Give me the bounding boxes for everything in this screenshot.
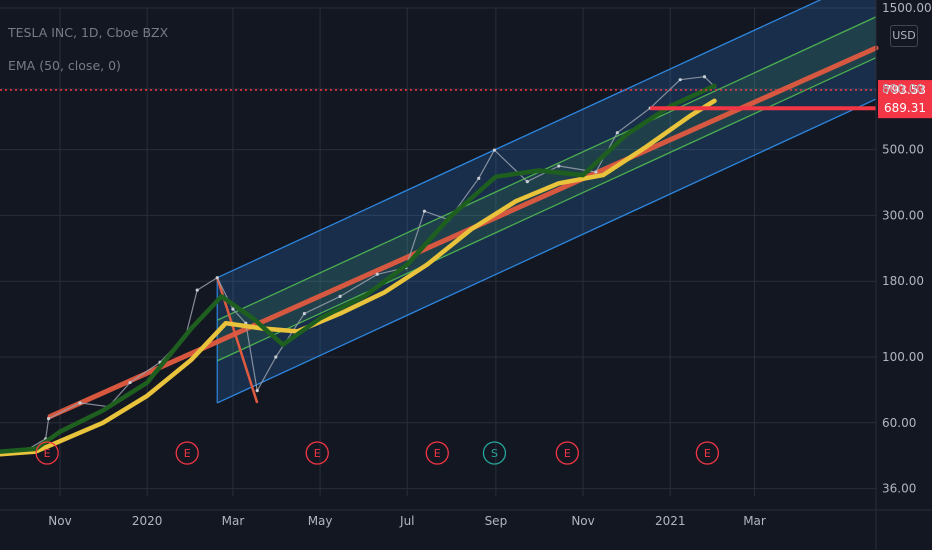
x-tick-label: May [308, 514, 333, 528]
legend-indicator-ema[interactable]: EMA (50, close, 0) [8, 58, 121, 73]
y-tick-label: 36.00 [882, 482, 916, 496]
price-point [702, 75, 707, 79]
x-tick-label: Mar [743, 514, 766, 528]
series-line-regression [47, 45, 879, 419]
price-point [128, 380, 132, 385]
x-tick-label: 2021 [655, 514, 686, 528]
y-tick-label: 300.00 [882, 208, 924, 222]
event-marker-label: E [184, 447, 191, 460]
x-tick-label: Jul [399, 514, 414, 528]
regression-channel [216, 0, 877, 404]
price-point [46, 416, 51, 421]
y-tick-label: 100.00 [882, 350, 924, 364]
price-point [215, 276, 219, 280]
price-point [338, 294, 342, 299]
chart-stage: 793.53 689.31 EEEESEE 1500.00 800.00 500.00… [0, 0, 932, 550]
price-point [422, 209, 427, 213]
x-tick-label: Mar [222, 514, 245, 528]
event-marker-label: S [491, 447, 498, 460]
channel-inner-lower-line [216, 57, 877, 362]
price-point [678, 78, 682, 82]
event-marker-label: E [314, 447, 321, 460]
price-point [274, 355, 278, 359]
x-tick-label: Nov [571, 514, 594, 528]
x-tick-label: 2020 [132, 514, 163, 528]
y-tick-label: 1500.00 [882, 1, 932, 15]
event-marker-label: E [564, 447, 571, 460]
legend-symbol-title[interactable]: TESLA INC, 1D, Cboe BZX [8, 25, 168, 40]
price-point [375, 272, 379, 276]
price-point [594, 170, 598, 174]
price-point [302, 312, 306, 316]
price-tag-label: 689.31 [884, 101, 926, 115]
event-marker-label: E [44, 447, 51, 460]
price-point [557, 164, 561, 168]
y-tick-label: 500.00 [882, 143, 924, 157]
price-point [195, 288, 199, 292]
event-marker-label: E [704, 447, 711, 460]
price-chart[interactable]: 793.53689.31 EEEESEE 1500.00800.00500.00… [0, 0, 932, 550]
y-tick-label: 180.00 [882, 274, 924, 288]
x-tick-label: Sep [485, 514, 508, 528]
event-marker-label: E [434, 447, 441, 460]
price-point [231, 307, 235, 311]
price-point [255, 389, 259, 393]
y-tick-label: 60.00 [882, 416, 916, 430]
price-point [615, 131, 619, 135]
price-point [492, 148, 497, 152]
channel-inner-upper-line [216, 16, 877, 321]
y-tick-label: 800.00 [882, 82, 924, 96]
x-tick-label: Nov [48, 514, 71, 528]
event-marker-layer: EEEESEE [35, 441, 720, 465]
price-point [525, 179, 529, 184]
price-point [78, 401, 82, 405]
currency-unit-badge[interactable]: USD [890, 25, 918, 47]
price-point [477, 176, 481, 180]
